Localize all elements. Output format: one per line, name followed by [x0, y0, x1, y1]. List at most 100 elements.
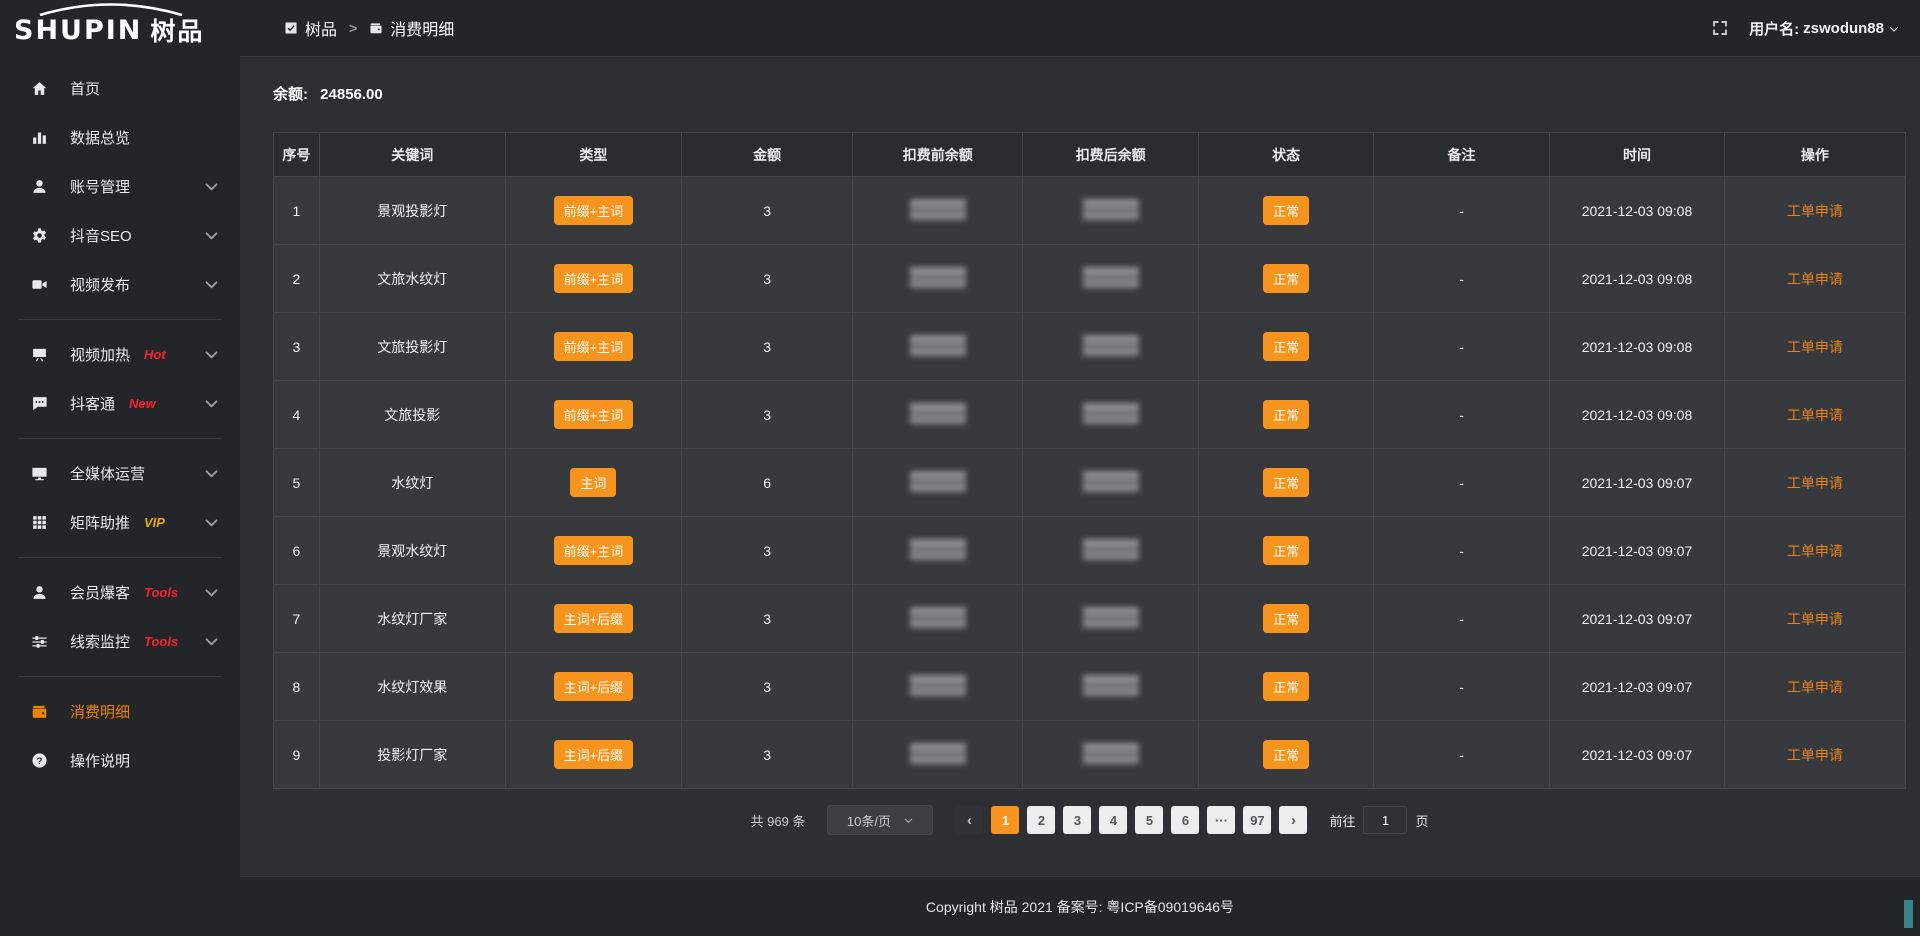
work-order-link[interactable]: 工单申请: [1787, 407, 1843, 423]
breadcrumb-item-1[interactable]: 消费明细: [369, 16, 454, 40]
cell-remark: -: [1373, 177, 1549, 245]
masked-balance-after: [1083, 335, 1139, 356]
pagination-total: 共 969 条: [751, 811, 806, 830]
sidebar-item-label: 线索监控: [70, 631, 130, 652]
cell-status: 正常: [1199, 381, 1374, 449]
work-order-link[interactable]: 工单申请: [1787, 611, 1843, 627]
page-size-select[interactable]: 10条/页: [827, 805, 933, 835]
sidebar-item-1[interactable]: 数据总览: [0, 113, 240, 162]
sidebar-item-label: 操作说明: [70, 750, 130, 771]
cell-type: 前缀+主词: [505, 245, 681, 313]
prev-page-button[interactable]: ‹: [955, 806, 983, 834]
cell-balance-before: [853, 721, 1023, 789]
column-header: 时间: [1550, 133, 1725, 177]
sliders-icon: [30, 633, 48, 651]
cell-remark: -: [1373, 381, 1549, 449]
cell-balance-before: [853, 177, 1023, 245]
chevron-down-icon: [202, 514, 220, 532]
page-button-5[interactable]: 5: [1135, 806, 1163, 834]
table-row: 3文旅投影灯前缀+主词3正常-2021-12-03 09:08工单申请: [274, 313, 1906, 381]
work-order-link[interactable]: 工单申请: [1787, 475, 1843, 491]
cell-amount: 3: [681, 653, 852, 721]
cell-action: 工单申请: [1724, 177, 1905, 245]
work-order-link[interactable]: 工单申请: [1787, 679, 1843, 695]
fullscreen-icon[interactable]: [1711, 19, 1729, 37]
masked-balance-before: [910, 743, 966, 764]
cell-balance-after: [1023, 313, 1199, 381]
table-row: 2文旅水纹灯前缀+主词3正常-2021-12-03 09:08工单申请: [274, 245, 1906, 313]
column-header: 金额: [681, 133, 852, 177]
table-row: 9投影灯厂家主词+后缀3正常-2021-12-03 09:07工单申请: [274, 721, 1906, 789]
cell-type: 前缀+主词: [505, 313, 681, 381]
sidebar-item-3[interactable]: 抖音SEO: [0, 211, 240, 260]
breadcrumb-item-0[interactable]: 树品: [284, 16, 337, 40]
sidebar-item-10[interactable]: 矩阵助推VIP: [0, 498, 240, 547]
cell-balance-after: [1023, 585, 1199, 653]
cell-type: 前缀+主词: [505, 177, 681, 245]
cell-keyword: 投影灯厂家: [319, 721, 505, 789]
work-order-link[interactable]: 工单申请: [1787, 271, 1843, 287]
column-header: 备注: [1373, 133, 1549, 177]
page-button-2[interactable]: 2: [1027, 806, 1055, 834]
logo-latin: SHUPIN: [14, 15, 142, 46]
cell-remark: -: [1373, 313, 1549, 381]
cell-time: 2021-12-03 09:07: [1550, 517, 1725, 585]
next-page-button[interactable]: ›: [1279, 806, 1307, 834]
table-row: 7水纹灯厂家主词+后缀3正常-2021-12-03 09:07工单申请: [274, 585, 1906, 653]
masked-balance-after: [1083, 199, 1139, 220]
page-button-1[interactable]: 1: [991, 806, 1019, 834]
video-icon: [30, 276, 48, 294]
work-order-link[interactable]: 工单申请: [1787, 339, 1843, 355]
page-ellipsis[interactable]: ···: [1207, 806, 1235, 834]
work-order-link[interactable]: 工单申请: [1787, 543, 1843, 559]
grid-icon: [30, 514, 48, 532]
cell-index: 5: [274, 449, 320, 517]
masked-balance-after: [1083, 267, 1139, 288]
cell-type: 前缀+主词: [505, 517, 681, 585]
goto-page: 前往 页: [1329, 806, 1428, 834]
cell-action: 工单申请: [1724, 245, 1905, 313]
column-header: 状态: [1199, 133, 1374, 177]
cell-amount: 3: [681, 177, 852, 245]
cell-amount: 3: [681, 721, 852, 789]
page-button-6[interactable]: 6: [1171, 806, 1199, 834]
username-label: 用户名:: [1749, 18, 1799, 39]
status-badge: 正常: [1263, 672, 1309, 701]
chevron-down-icon: [202, 465, 220, 483]
goto-page-input[interactable]: [1363, 806, 1407, 834]
cell-type: 主词: [505, 449, 681, 517]
sidebar-item-16[interactable]: ?操作说明: [0, 736, 240, 785]
cell-action: 工单申请: [1724, 449, 1905, 517]
sidebar-item-6[interactable]: 视频加热Hot: [0, 330, 240, 379]
chevron-down-icon: [202, 276, 220, 294]
page-footer: Copyright 树品 2021 备案号: 粤ICP备09019646号: [240, 876, 1920, 936]
sidebar-item-2[interactable]: 账号管理: [0, 162, 240, 211]
sidebar-item-15[interactable]: 消费明细: [0, 687, 240, 736]
sidebar-item-9[interactable]: 全媒体运营: [0, 449, 240, 498]
corner-widget[interactable]: [1904, 900, 1913, 928]
cell-time: 2021-12-03 09:08: [1550, 381, 1725, 449]
sidebar-item-13[interactable]: 线索监控Tools: [0, 617, 240, 666]
cell-status: 正常: [1199, 313, 1374, 381]
table-row: 4文旅投影前缀+主词3正常-2021-12-03 09:08工单申请: [274, 381, 1906, 449]
user-menu[interactable]: 用户名: zswodun88: [1749, 18, 1900, 39]
type-badge: 前缀+主词: [554, 264, 634, 293]
page-button-97[interactable]: 97: [1243, 806, 1271, 834]
work-order-link[interactable]: 工单申请: [1787, 203, 1843, 219]
cell-amount: 3: [681, 313, 852, 381]
cell-balance-before: [853, 313, 1023, 381]
sidebar-item-0[interactable]: 首页: [0, 64, 240, 113]
page-button-3[interactable]: 3: [1063, 806, 1091, 834]
cell-action: 工单申请: [1724, 721, 1905, 789]
status-badge: 正常: [1263, 740, 1309, 769]
sidebar-item-7[interactable]: 抖客通New: [0, 379, 240, 428]
sidebar-item-4[interactable]: 视频发布: [0, 260, 240, 309]
breadcrumb: 树品>消费明细: [284, 16, 454, 40]
goto-label: 前往: [1329, 811, 1355, 830]
cell-balance-after: [1023, 381, 1199, 449]
cell-amount: 3: [681, 381, 852, 449]
work-order-link[interactable]: 工单申请: [1787, 747, 1843, 763]
sidebar-item-12[interactable]: 会员爆客Tools: [0, 568, 240, 617]
page-button-4[interactable]: 4: [1099, 806, 1127, 834]
chevron-down-icon: [202, 178, 220, 196]
